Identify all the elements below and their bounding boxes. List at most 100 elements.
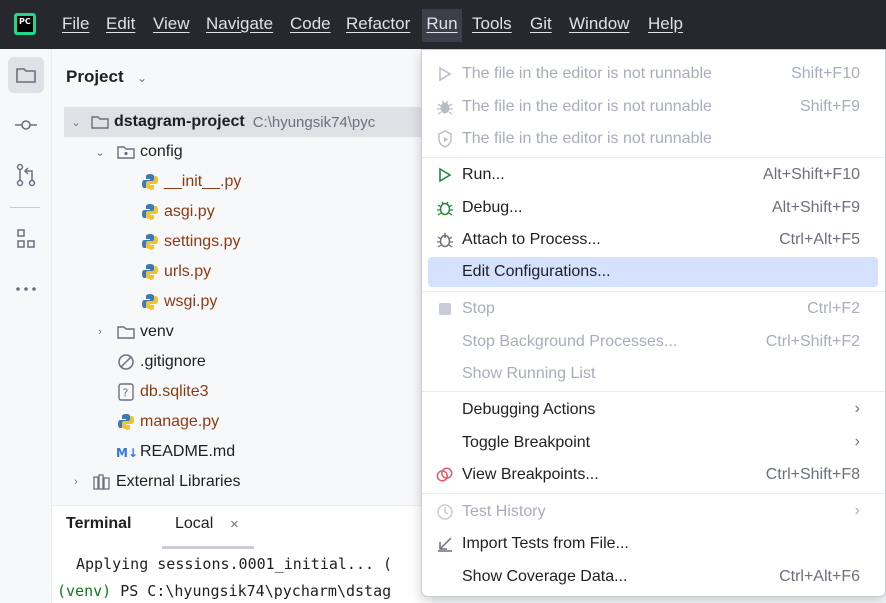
tree-node-file[interactable]: .gitignore: [116, 347, 206, 377]
import-icon: [436, 535, 454, 553]
venv-prefix: (venv): [57, 582, 112, 600]
terminal-tab-local[interactable]: Local: [175, 515, 213, 533]
tree-node-venv[interactable]: › venv: [92, 317, 174, 347]
chevron-right-icon[interactable]: ›: [92, 326, 108, 338]
chevron-right-icon: ›: [854, 400, 860, 417]
menu-separator: [422, 291, 885, 292]
menu-item-coverage-file[interactable]: The file in the editor is not runnable: [428, 124, 878, 154]
tree-node-file[interactable]: __init__.py: [140, 167, 241, 197]
terminal-output-line: Applying sessions.0001_initial... (: [76, 555, 393, 573]
menu-tools[interactable]: Tools: [472, 14, 512, 34]
menu-item-import-tests[interactable]: Import Tests from File...: [428, 529, 878, 559]
toolbar-divider: [10, 207, 40, 208]
tree-node-label: asgi.py: [164, 203, 215, 220]
tree-node-label: urls.py: [164, 263, 212, 280]
menu-edit[interactable]: Edit: [106, 14, 135, 34]
run-menu-dropdown: The file in the editor is not runnable S…: [421, 49, 886, 597]
menu-navigate[interactable]: Navigate: [206, 14, 273, 34]
tree-node-label: README.md: [140, 443, 236, 460]
tree-node-path: C:\hyungsik74\pyc: [252, 113, 376, 131]
markdown-file-icon: M↓: [116, 443, 136, 461]
menu-item-test-history[interactable]: Test History ›: [428, 497, 878, 527]
menu-item-label: Debugging Actions: [462, 401, 596, 418]
close-icon[interactable]: ×: [230, 516, 239, 533]
tree-node-root[interactable]: ⌄ dstagram-project C:\hyungsik74\pyc: [64, 107, 424, 137]
project-panel-title[interactable]: Project: [66, 67, 124, 87]
menu-item-debugging-actions[interactable]: Debugging Actions ›: [428, 395, 878, 425]
menu-item-label: Run...: [462, 166, 505, 183]
menu-view[interactable]: View: [153, 14, 190, 34]
tree-node-file[interactable]: asgi.py: [140, 197, 215, 227]
menu-item-label: View Breakpoints...: [462, 466, 599, 483]
tree-node-label: settings.py: [164, 233, 241, 250]
tree-node-config[interactable]: ⌄ config: [92, 137, 182, 167]
menu-item-debug-file[interactable]: The file in the editor is not runnable S…: [428, 92, 878, 122]
menu-item-shortcut: Alt+Shift+F10: [763, 166, 860, 183]
tree-node-file[interactable]: settings.py: [140, 227, 240, 257]
menu-item-run[interactable]: Run... Alt+Shift+F10: [428, 160, 878, 190]
tree-node-file[interactable]: manage.py: [116, 407, 219, 437]
pull-requests-icon[interactable]: [8, 157, 44, 193]
tree-node-file[interactable]: urls.py: [140, 257, 211, 287]
python-file-icon: [140, 263, 160, 281]
main-menubar: PC File Edit View Navigate Code Refactor…: [0, 0, 886, 49]
menu-separator: [422, 493, 885, 494]
run-icon: [436, 166, 454, 184]
pycharm-logo-icon[interactable]: PC: [14, 13, 36, 35]
menu-git[interactable]: Git: [530, 14, 552, 34]
run-icon: [436, 65, 454, 83]
tool-window-bar: [0, 49, 52, 603]
menu-run[interactable]: Run: [422, 9, 462, 42]
chevron-down-icon[interactable]: ⌄: [137, 71, 147, 85]
project-folder-icon[interactable]: [8, 57, 44, 93]
terminal-prompt-line[interactable]: (venv) PS C:\hyungsik74\pycharm\dstag: [57, 582, 391, 600]
menu-help[interactable]: Help: [648, 14, 683, 34]
ignored-file-icon: [116, 353, 136, 371]
menu-item-shortcut: Alt+Shift+F9: [771, 199, 860, 216]
menu-item-stop-background[interactable]: Stop Background Processes... Ctrl+Shift+…: [428, 327, 878, 357]
menu-item-attach-to-process[interactable]: Attach to Process... Ctrl+Alt+F5: [428, 225, 878, 255]
chevron-right-icon[interactable]: ›: [68, 476, 84, 488]
menu-item-stop[interactable]: Stop Ctrl+F2: [428, 294, 878, 324]
commit-icon[interactable]: [8, 107, 44, 143]
python-file-icon: [140, 203, 160, 221]
menu-item-label: Show Running List: [462, 365, 596, 382]
menu-item-toggle-breakpoint[interactable]: Toggle Breakpoint ›: [428, 428, 878, 458]
chevron-down-icon[interactable]: ⌄: [92, 146, 108, 159]
tree-node-label: manage.py: [140, 413, 220, 430]
menu-item-shortcut: Ctrl+Alt+F6: [779, 568, 860, 585]
project-panel: Project ⌄ ⌄ dstagram-project C:\hyungsik…: [52, 49, 432, 509]
menu-item-debug[interactable]: Debug... Alt+Shift+F9: [428, 193, 878, 223]
folder-icon: [90, 113, 110, 131]
tree-node-file[interactable]: ? db.sqlite3: [116, 377, 209, 407]
menu-window[interactable]: Window: [569, 14, 629, 34]
more-tools-icon[interactable]: [8, 271, 44, 307]
active-tab-indicator: [162, 546, 254, 549]
menu-item-run-file[interactable]: The file in the editor is not runnable S…: [428, 59, 878, 89]
menu-item-show-running-list[interactable]: Show Running List: [428, 359, 878, 389]
menu-code[interactable]: Code: [290, 14, 331, 34]
library-icon: [92, 473, 112, 491]
chevron-down-icon[interactable]: ⌄: [68, 116, 84, 129]
coverage-icon: [436, 130, 454, 148]
tree-node-file[interactable]: M↓ README.md: [116, 437, 235, 467]
tree-node-label: db.sqlite3: [140, 383, 209, 400]
menu-item-label: Import Tests from File...: [462, 535, 629, 552]
structure-icon[interactable]: [8, 221, 44, 257]
tree-node-file[interactable]: wsgi.py: [140, 287, 217, 317]
menu-item-label: Stop: [462, 300, 495, 317]
menu-item-edit-configurations[interactable]: Edit Configurations...: [428, 257, 878, 287]
menu-file[interactable]: File: [62, 14, 89, 34]
terminal-title[interactable]: Terminal: [66, 515, 132, 533]
tree-node-label: .gitignore: [140, 353, 206, 370]
package-folder-icon: [116, 143, 136, 161]
menu-item-show-coverage-data[interactable]: Show Coverage Data... Ctrl+Alt+F6: [428, 562, 878, 592]
menu-separator: [422, 157, 885, 158]
tree-node-label: External Libraries: [116, 473, 241, 490]
tree-node-external-libraries[interactable]: › External Libraries: [68, 467, 241, 497]
menu-item-label: The file in the editor is not runnable: [462, 65, 712, 82]
attach-icon: [436, 231, 454, 249]
python-file-icon: [116, 413, 136, 431]
menu-refactor[interactable]: Refactor: [346, 14, 410, 34]
menu-item-view-breakpoints[interactable]: View Breakpoints... Ctrl+Shift+F8: [428, 460, 878, 490]
